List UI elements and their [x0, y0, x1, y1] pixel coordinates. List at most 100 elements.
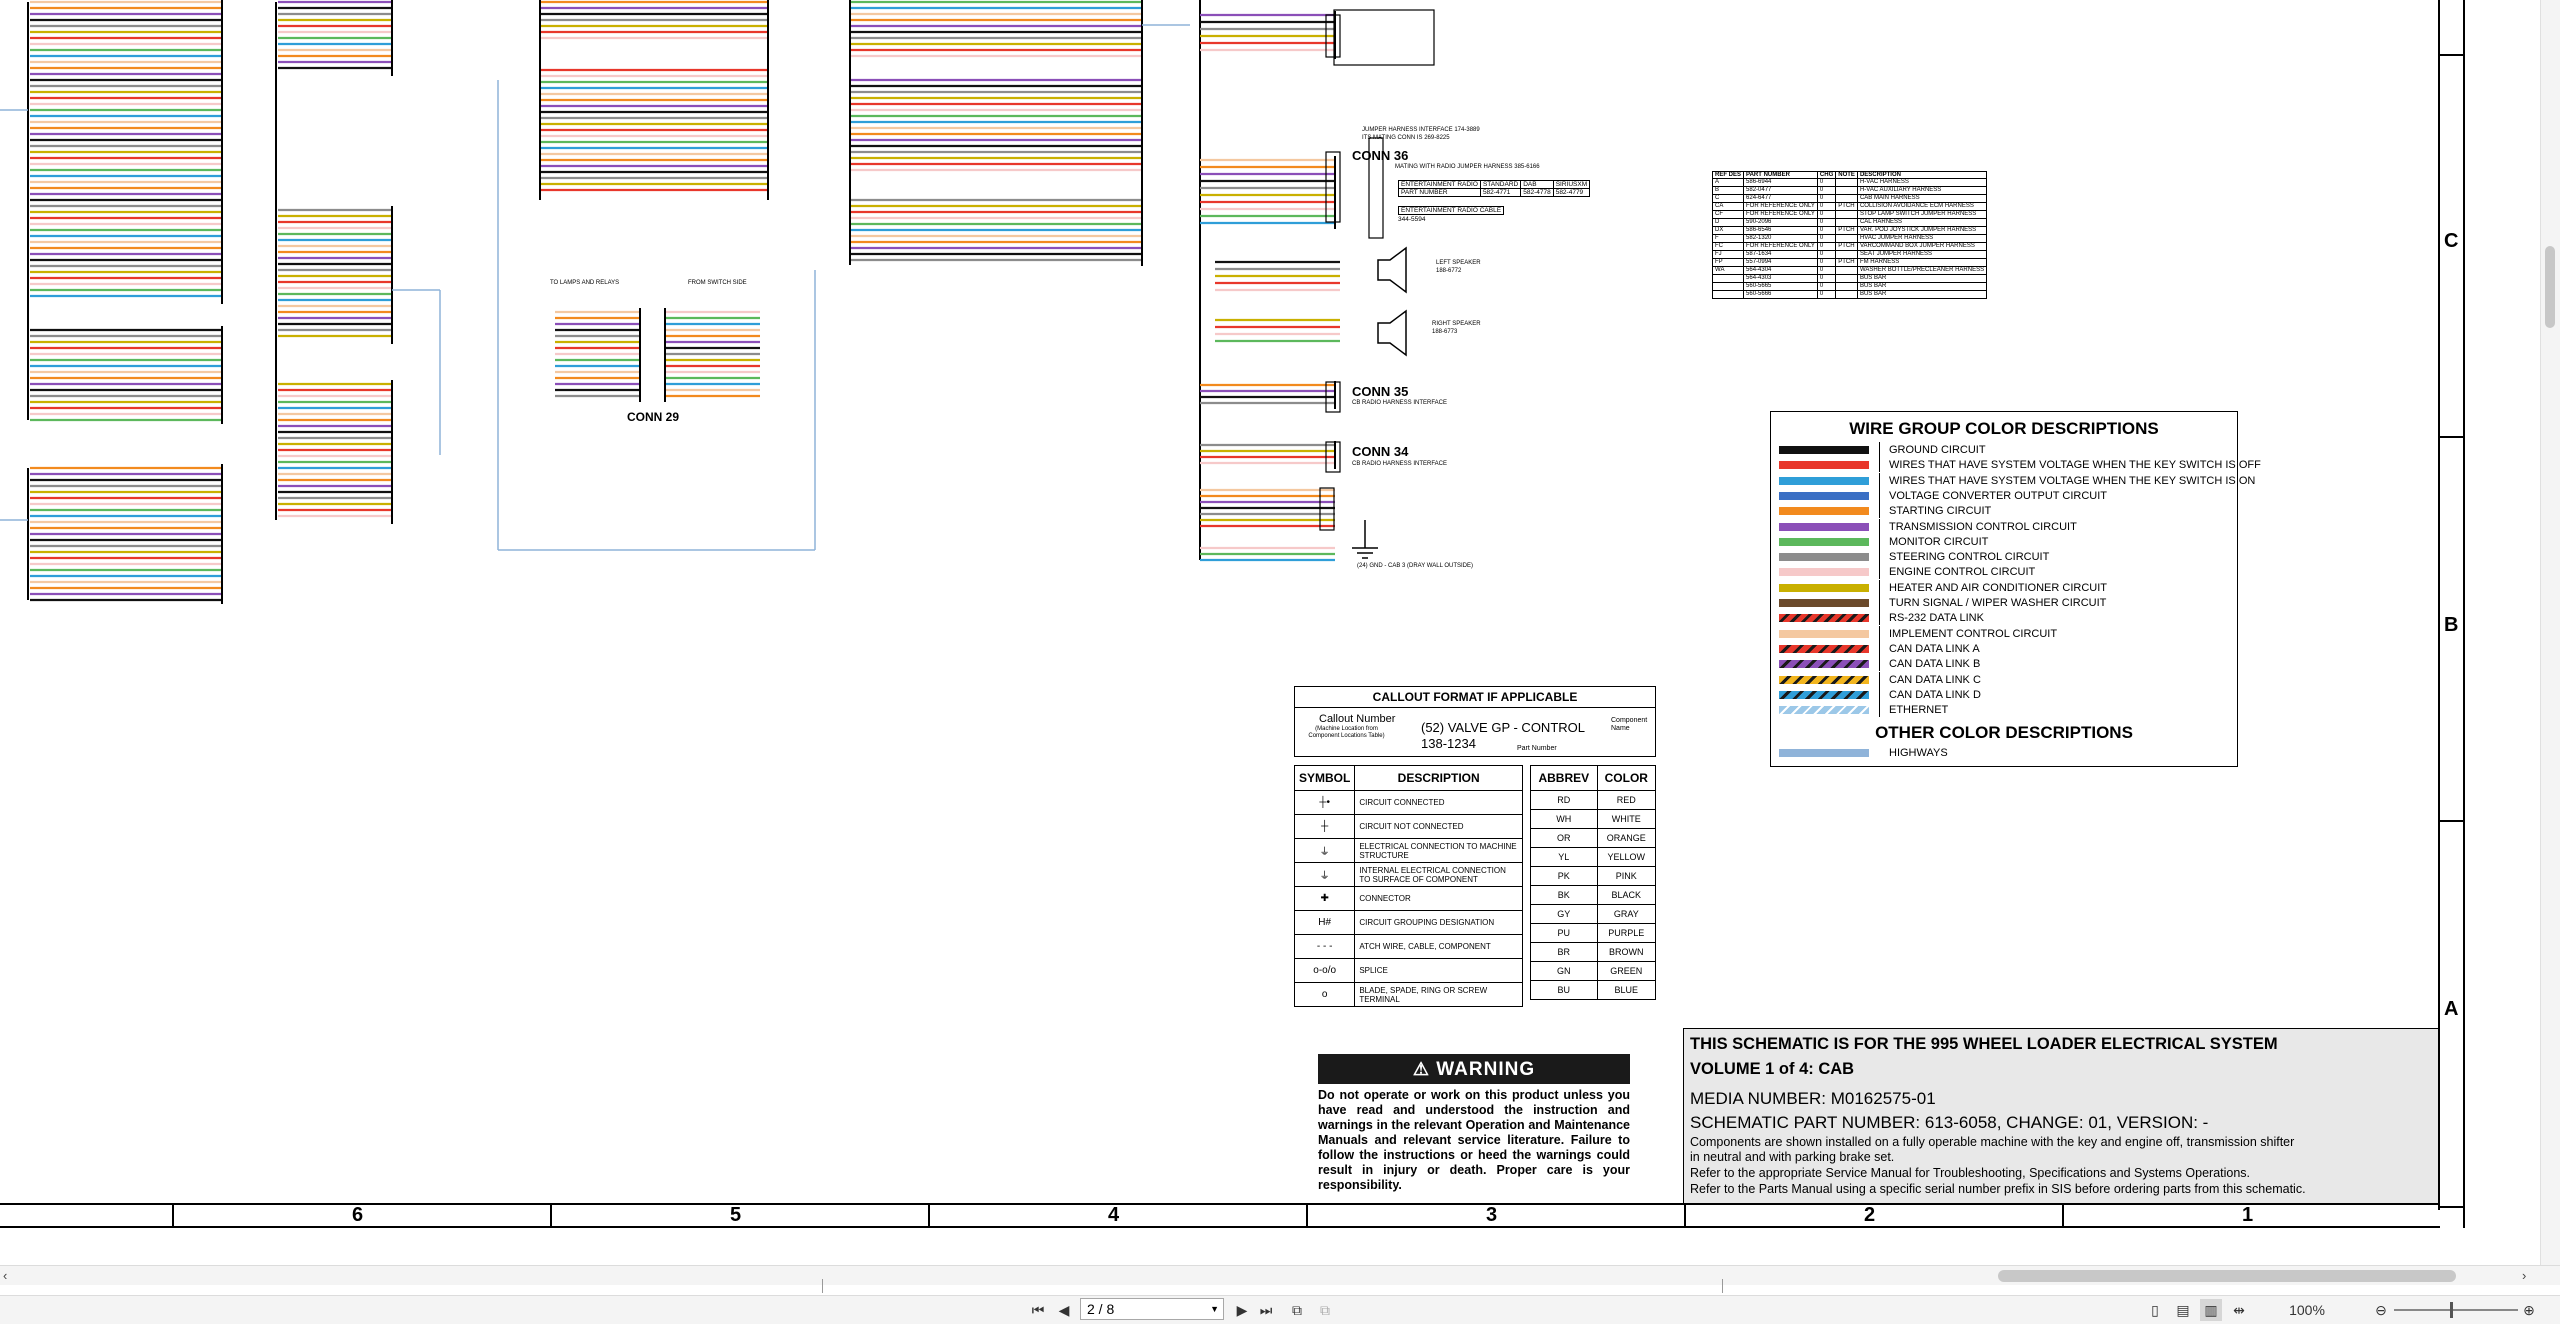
wire-color-swatch: [1779, 690, 1869, 699]
ref-table-cell: F: [1711, 234, 1745, 243]
legend-divider: [1879, 656, 1880, 672]
warning-text: Do not operate or work on this product u…: [1318, 1088, 1630, 1192]
zoom-out-icon[interactable]: ⊖: [2372, 1299, 2390, 1321]
horizontal-scroll-thumb[interactable]: [1998, 1270, 2456, 1282]
symbol-table: SYMBOL DESCRIPTION ┼• CIRCUIT CONNECTED ┼ C…: [1293, 765, 1523, 1007]
conn36-line3: MATING WITH RADIO JUMPER HARNESS 385-616…: [1395, 164, 1540, 170]
wire-group-row: CAN DATA LINK B: [1771, 656, 2237, 673]
vertical-scrollbar[interactable]: [2540, 0, 2560, 1265]
scroll-right-icon[interactable]: ›: [2522, 1268, 2526, 1283]
ref-table-cell: STOP LAMP SWITCH JUMPER HARNESS: [1856, 210, 1988, 219]
abbrev-code: YL: [1530, 847, 1598, 867]
fit-width-icon[interactable]: ⇹: [2228, 1299, 2250, 1321]
description-header: DESCRIPTION: [1354, 765, 1523, 791]
radio-cable-pn: 344-5594: [1398, 216, 1426, 223]
page-number-field[interactable]: 2 / 8 ▼: [1080, 1298, 1224, 1320]
symbol-description: CIRCUIT NOT CONNECTED: [1354, 814, 1523, 839]
ref-table-row: 560-5665 0 BUS BAR: [1711, 282, 1988, 291]
ref-table-cell: FP: [1711, 258, 1745, 267]
color-header: COLOR: [1596, 765, 1657, 791]
zone-divider: [2438, 820, 2464, 822]
abbrev-row: PU PURPLE: [1530, 923, 1657, 943]
legend-divider: [1879, 686, 1880, 702]
abbrev-row: BU BLUE: [1530, 980, 1657, 1000]
wire-color-swatch: [1779, 537, 1869, 546]
abbrev-code: GN: [1530, 961, 1598, 981]
module-box: [1333, 9, 1435, 66]
abbrev-code: OR: [1530, 828, 1598, 848]
toolbar-gap: [0, 1279, 2560, 1295]
symbol-description: CIRCUIT GROUPING DESIGNATION: [1354, 910, 1523, 935]
ref-table-header: NOTE: [1835, 171, 1858, 179]
paste-page-icon[interactable]: ⧉: [1314, 1299, 1336, 1321]
wire-group-label: GROUND CIRCUIT: [1889, 444, 1986, 456]
ref-table-cell: 0: [1816, 258, 1837, 267]
ref-table-cell: [1835, 194, 1858, 203]
symbol-description: SPLICE: [1354, 958, 1523, 983]
legend-divider: [1879, 564, 1880, 580]
abbrev-table: ABBREV COLOR RD RED WH WHITE OR ORANGE YL YELLO…: [1530, 765, 1657, 1000]
ref-table-cell: 557-0994: [1743, 258, 1818, 267]
two-page-view-icon[interactable]: ▥: [2200, 1299, 2222, 1321]
abbrev-color: YELLOW: [1596, 847, 1657, 867]
zone-label-bottom: 2: [1864, 1204, 1876, 1226]
radio-table-cell: 582-4778: [1520, 188, 1554, 197]
legend-divider: [1879, 533, 1880, 549]
wire-group-label: ENGINE CONTROL CIRCUIT: [1889, 566, 2036, 579]
wire-color-swatch: [1779, 706, 1869, 715]
ref-table-cell: [1711, 282, 1745, 291]
ref-table-cell: 0: [1816, 202, 1837, 211]
wire-group-row: IMPLEMENT CONTROL CIRCUIT: [1771, 625, 2237, 643]
page-dropdown-icon[interactable]: ▼: [1210, 1299, 1219, 1319]
callout-format-box: CALLOUT FORMAT IF APPLICABLE Callout Num…: [1294, 686, 1656, 757]
continuous-view-icon[interactable]: ▤: [2172, 1299, 2194, 1321]
zone-label-right: A: [2444, 998, 2459, 1020]
abbrev-row: BK BLACK: [1530, 885, 1657, 905]
zoom-in-icon[interactable]: ⊕: [2520, 1299, 2538, 1321]
next-page-icon[interactable]: ▶: [1232, 1299, 1252, 1321]
wire-color-swatch: [1779, 553, 1869, 562]
ref-table-cell: VAR. POD JOYSTICK JUMPER HARNESS: [1856, 226, 1988, 235]
vertical-scroll-thumb[interactable]: [2545, 246, 2555, 328]
wire-group-row: CAN DATA LINK C: [1771, 671, 2237, 689]
abbrev-color: GREEN: [1596, 961, 1657, 981]
right-speaker-label: RIGHT SPEAKER: [1432, 321, 1481, 327]
ref-table-row: 564-4303 0 BUS BAR: [1711, 274, 1988, 283]
ref-table-cell: 587-1634: [1743, 250, 1818, 259]
zoom-slider-track[interactable]: [2394, 1309, 2518, 1311]
wire-group-legend-title: WIRE GROUP COLOR DESCRIPTIONS: [1849, 419, 2159, 438]
wire-color-swatch: [1779, 675, 1869, 684]
wire-group-label: CAN DATA LINK A: [1889, 642, 1980, 655]
wire-group-row: HEATER AND AIR CONDITIONER CIRCUIT: [1771, 579, 2237, 597]
ref-table-cell: [1711, 274, 1745, 283]
scroll-left-icon[interactable]: ‹: [3, 1268, 7, 1283]
zoom-slider-handle[interactable]: [2450, 1302, 2453, 1318]
abbrev-code: BR: [1530, 942, 1598, 962]
ref-table-cell: FM HARNESS: [1856, 258, 1988, 267]
last-page-icon[interactable]: ⏭: [1256, 1299, 1276, 1321]
abbrev-color: BLACK: [1596, 885, 1657, 905]
wire-color-swatch: [1779, 568, 1869, 577]
ref-table-cell: PTCH: [1835, 258, 1858, 267]
wire-group-label: RS-232 DATA LINK: [1889, 612, 1984, 625]
zoom-level[interactable]: 100%: [2284, 1299, 2330, 1321]
conn34-title: CONN 34: [1352, 444, 1409, 459]
first-page-icon[interactable]: ⏮: [1028, 1299, 1048, 1321]
legend-divider: [1879, 472, 1880, 488]
previous-page-icon[interactable]: ◀: [1054, 1299, 1074, 1321]
ref-table-cell: PTCH: [1835, 226, 1858, 235]
ref-table-cell: FOR REFERENCE ONLY: [1743, 242, 1818, 251]
media-number: MEDIA NUMBER: M0162575-01: [1690, 1089, 1936, 1108]
copy-page-icon[interactable]: ⧉: [1286, 1299, 1308, 1321]
single-page-view-icon[interactable]: ▯: [2144, 1299, 2166, 1321]
title-block: THIS SCHEMATIC IS FOR THE 995 WHEEL LOAD…: [1683, 1028, 2439, 1204]
radio-cable-label: ENTERTAINMENT RADIO CABLE: [1398, 206, 1505, 215]
wire-group-label: VOLTAGE CONVERTER OUTPUT CIRCUIT: [1889, 489, 2107, 502]
horizontal-scrollbar[interactable]: ‹ ›: [0, 1265, 2560, 1286]
legend-divider: [1879, 595, 1880, 610]
ref-table-cell: CAL HARNESS: [1856, 218, 1988, 227]
ref-table-cell: 0: [1816, 274, 1837, 283]
wire-group-label: TURN SIGNAL / WIPER WASHER CIRCUIT: [1889, 597, 2107, 609]
ref-table-cell: H-VAC HARNESS: [1856, 178, 1988, 187]
wire-group-label: STARTING CIRCUIT: [1889, 505, 1992, 518]
